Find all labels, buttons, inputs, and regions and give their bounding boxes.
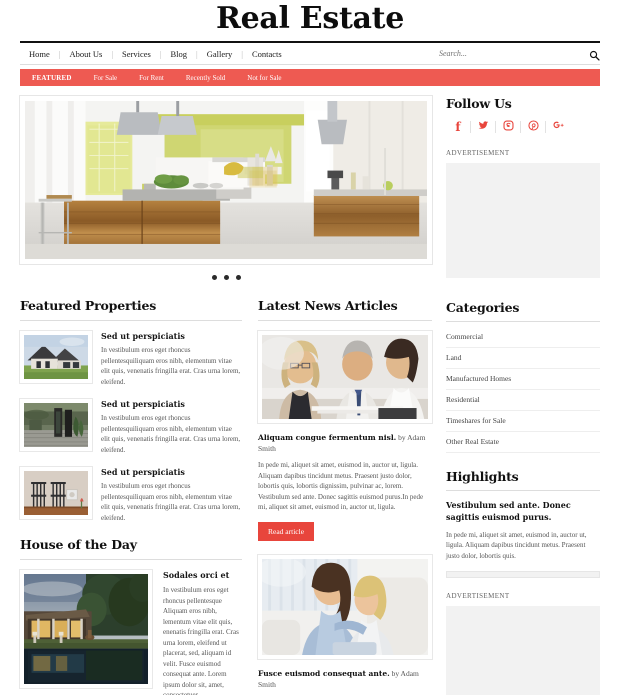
house-of-the-day[interactable]: Sodales orci et In vestibulum eros eget … [20,570,242,695]
follow-us-heading: Follow Us [446,96,512,111]
filter-for-rent[interactable]: For Rent [139,74,164,82]
house-of-the-day-image [20,570,152,688]
advertisement-placeholder[interactable] [446,163,600,278]
filter-featured[interactable]: FEATURED [32,74,72,82]
slider-dot-1[interactable] [211,275,217,280]
house-of-the-day-heading: House of the Day [20,537,242,560]
highlights-heading: Highlights [446,469,600,491]
filter-for-sale[interactable]: For Sale [94,74,118,82]
property-thumbnail [20,331,92,383]
filter-recently-sold[interactable]: Recently Sold [186,74,225,82]
house-of-the-day-description: In vestibulum eros eget rhoncus pellente… [163,586,239,695]
highlights-progress-bar [446,571,600,578]
news-article-title: Aliquam congue fermentum nisl. [258,433,397,442]
nav-item-about-us[interactable]: About Us [60,49,111,59]
property-title: Sed ut perspiciatis [101,331,185,341]
news-article-header: Fusce euismod consequat ante. by Adam Sm… [258,668,432,690]
property-item[interactable]: Sed ut perspiciatis In vestibulum eros e… [20,467,242,523]
masthead: Real Estate [0,0,620,40]
property-title: Sed ut perspiciatis [101,467,185,477]
nav-item-contacts[interactable]: Contacts [243,49,291,59]
read-article-button[interactable]: Read article [258,521,315,541]
social-links: f [446,119,600,135]
hero-kitchen-image [25,101,427,259]
property-description: In vestibulum eros eget rhoncus pellente… [101,414,241,454]
news-article-image [258,331,432,423]
news-article-text: In pede mi, aliquet sit amet, euismod in… [258,461,424,511]
house-of-the-day-text: Sodales orci et In vestibulum eros eget … [163,570,242,695]
featured-column: Featured Properties Sed ut perspiciatis … [20,298,242,695]
nav-item-home[interactable]: Home [20,49,59,59]
hero-image-frame [20,96,432,264]
advertisement-label: ADVERTISEMENT [446,149,510,157]
hero-slider[interactable] [20,96,432,280]
slider-dots[interactable] [20,275,432,280]
news-heading: Latest News Articles [258,298,432,321]
google-plus-icon[interactable] [546,119,570,135]
search-input[interactable] [435,49,575,58]
property-text-block: Sed ut perspiciatis In vestibulum eros e… [101,467,242,523]
property-item[interactable]: Sed ut perspiciatis In vestibulum eros e… [20,331,242,387]
category-item-commercial[interactable]: Commercial [446,330,600,348]
categories-heading: Categories [446,300,600,322]
business-meeting-photo [262,335,428,419]
property-text-block: Sed ut perspiciatis In vestibulum eros e… [101,399,242,455]
nav-item-gallery[interactable]: Gallery [198,49,242,59]
nav-item-services[interactable]: Services [113,49,160,59]
nav-links: Home | About Us | Services | Blog | Gall… [20,49,291,59]
advertisement-label-2: ADVERTISEMENT [446,592,510,600]
lower-content: Featured Properties Sed ut perspiciatis … [20,298,432,695]
highlights-text: In pede mi, aliquet sit amet, euismod in… [446,530,587,560]
interior-chairs-photo [24,471,88,515]
facebook-icon[interactable]: f [446,119,470,135]
category-item-other-real-estate[interactable]: Other Real Estate [446,432,600,453]
category-item-manufactured-homes[interactable]: Manufactured Homes [446,369,600,390]
slider-dot-2[interactable] [223,275,229,280]
property-title: Sed ut perspiciatis [101,399,185,409]
twitter-icon[interactable] [471,119,495,135]
category-filter-bar: FEATURED For Sale For Rent Recently Sold… [20,69,600,86]
property-description: In vestibulum eros eget rhoncus pellente… [101,482,241,522]
news-column: Latest News Articles Aliquam congue ferm… [258,298,432,695]
page-root: Real Estate Home | About Us | Services |… [0,0,620,695]
main-navigation: Home | About Us | Services | Blog | Gall… [20,43,600,65]
content-layout: Featured Properties Sed ut perspiciatis … [20,96,600,695]
news-article[interactable]: Fusce euismod consequat ante. by Adam Sm… [258,554,432,695]
category-item-land[interactable]: Land [446,348,600,369]
nav-item-blog[interactable]: Blog [162,49,197,59]
featured-properties-heading: Featured Properties [20,298,242,321]
sidebar: Follow Us f ADVERTISEMENT Categories Com… [446,96,600,695]
mother-and-daughter-photo [262,558,428,655]
villa-with-pool-photo [24,574,148,684]
garden-deck-photo [24,403,88,447]
suburban-house-photo [24,335,88,379]
highlights-title: Vestibulum sed ante. Donec sagittis euis… [446,499,571,522]
property-thumbnail [20,399,92,451]
property-text-block: Sed ut perspiciatis In vestibulum eros e… [101,331,242,387]
slider-dot-3[interactable] [235,275,241,280]
site-title: Real Estate [216,1,404,36]
category-item-timeshares-for-sale[interactable]: Timeshares for Sale [446,411,600,432]
news-article[interactable]: Aliquam congue fermentum nisl. by Adam S… [258,331,432,541]
categories-list: Commercial Land Manufactured Homes Resid… [446,330,600,453]
search-area [435,48,600,61]
news-article-image [258,554,432,659]
property-description: In vestibulum eros eget rhoncus pellente… [101,346,241,386]
news-article-header: Aliquam congue fermentum nisl. by Adam S… [258,432,432,454]
category-item-residential[interactable]: Residential [446,390,600,411]
filter-not-for-sale[interactable]: Not for Sale [247,74,281,82]
advertisement-placeholder-2[interactable] [446,606,600,695]
search-icon[interactable] [589,48,600,61]
news-article-title: Fusce euismod consequat ante. [258,668,390,678]
main-column: Featured Properties Sed ut perspiciatis … [20,96,432,695]
pinterest-icon[interactable] [521,119,545,135]
house-of-the-day-title: Sodales orci et [163,570,230,580]
property-thumbnail [20,467,92,519]
property-item[interactable]: Sed ut perspiciatis In vestibulum eros e… [20,399,242,455]
skype-icon[interactable] [496,119,520,135]
